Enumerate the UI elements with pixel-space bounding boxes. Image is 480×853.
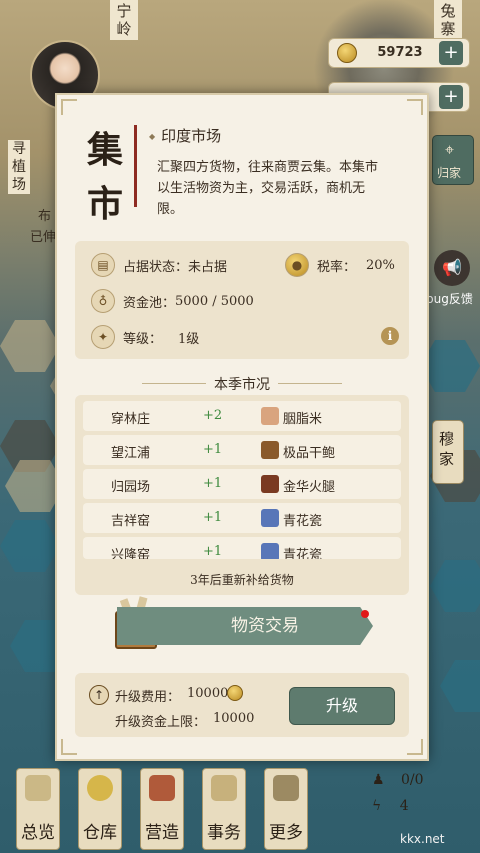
coin-amount: 59723 xyxy=(377,45,423,60)
upgrade-cost-value: 10000 xyxy=(187,686,229,701)
add-resource-button[interactable]: + xyxy=(439,85,463,109)
rice-bag-icon xyxy=(261,407,279,425)
market-stats: ▤ 占据状态：未占据 ● 税率： 20% ♁ 资金池： 5000 / 5000 … xyxy=(75,241,409,359)
home-button[interactable]: ⌖ 归家 xyxy=(432,135,474,185)
porcelain-icon xyxy=(261,509,279,527)
porcelain-icon xyxy=(261,543,279,559)
market-description: 汇聚四方货物，往来商贾云集。本集市以生活物资为主，交易活跃，商机无限。 xyxy=(157,160,379,217)
scroll-icon xyxy=(211,775,237,801)
location-pin-icon: ⌖ xyxy=(445,140,455,159)
season-section-title: 本季市况 xyxy=(57,374,427,394)
feedback-button[interactable]: 📢 bug反馈 xyxy=(426,250,476,310)
dialog-title: 集市 xyxy=(86,129,123,225)
occupy-status: ▤ 占据状态：未占据 xyxy=(91,253,227,277)
money-bag-icon: ♁ xyxy=(91,289,115,313)
fund-pool: ♁ 资金池： 5000 / 5000 xyxy=(91,289,254,313)
coin-icon: ● xyxy=(285,253,309,277)
notification-dot xyxy=(361,610,369,618)
goods-trade-button[interactable]: 物资交易 xyxy=(117,607,373,645)
fund-cap-label: 升级资金上限： xyxy=(115,715,207,730)
bottom-nav: 总览 仓库 营造 事务 更多 xyxy=(0,758,320,853)
map-label-ningling: 宁岭 xyxy=(110,0,138,40)
market-level: ✦ 等级： 1级 xyxy=(91,325,199,349)
upgrade-cost-label: 升级费用： xyxy=(115,690,181,705)
level-badge-icon: ✦ xyxy=(91,325,115,349)
add-coins-button[interactable]: + xyxy=(439,41,463,65)
fund-cap-value: 10000 xyxy=(213,711,255,726)
market-row[interactable]: 吉祥窑 +1 青花瓷 xyxy=(83,503,401,533)
market-dialog: 集市 印度市场 汇聚四方货物，往来商贾云集。本集市以生活物资为主，交易活跃，商机… xyxy=(55,93,429,761)
market-row[interactable]: 归园场 +1 金华火腿 xyxy=(83,469,401,499)
worker-counter: ♟ 0/0 xyxy=(372,772,424,788)
megaphone-icon: 📢 xyxy=(434,250,470,286)
feedback-label: bug反馈 xyxy=(426,292,473,306)
market-conditions: 穿林庄 +2 胭脂米 望江浦 +1 极品干鲍 归园场 +1 金华火腿 吉祥窑 +… xyxy=(75,395,409,595)
ham-icon xyxy=(261,475,279,493)
title-divider xyxy=(134,125,137,207)
coin-icon xyxy=(337,43,357,63)
nav-affairs[interactable]: 事务 xyxy=(202,768,246,850)
tax-rate: ● 税率： 20% xyxy=(285,253,395,277)
upgrade-arrow-icon: ↑ xyxy=(89,685,109,705)
lightning-icon: ϟ xyxy=(372,798,382,814)
building-icon xyxy=(149,775,175,801)
info-icon[interactable]: i xyxy=(381,327,399,345)
market-name: 印度市场 xyxy=(149,125,221,146)
abalone-icon xyxy=(261,441,279,459)
worker-icon: ♟ xyxy=(372,772,385,788)
nav-more[interactable]: 更多 xyxy=(264,768,308,850)
nav-overview[interactable]: 总览 xyxy=(16,768,60,850)
mu-family-label: 穆家 xyxy=(439,430,455,468)
left-notice: 寻植场 xyxy=(8,140,30,194)
coin-icon xyxy=(227,685,243,701)
brush-icon xyxy=(25,775,51,801)
market-row[interactable]: 穿林庄 +2 胭脂米 xyxy=(83,401,401,431)
mu-family-button[interactable]: 穆家 xyxy=(432,420,464,484)
watermark: kkx.net xyxy=(400,832,445,846)
box-icon xyxy=(273,775,299,801)
energy-counter: ϟ 4 xyxy=(372,798,409,814)
left-notice-2: 布 xyxy=(38,209,52,224)
market-row[interactable]: 兴隆窑 +1 青花瓷 xyxy=(83,537,401,559)
left-notice-3: 已伸 xyxy=(30,230,57,245)
upgrade-panel: ↑ 升级费用： 10000 升级资金上限： 10000 升级 xyxy=(75,673,409,737)
nav-construct[interactable]: 营造 xyxy=(140,768,184,850)
coin-counter: 59723 + xyxy=(328,38,470,68)
sack-icon xyxy=(87,775,113,801)
upgrade-button[interactable]: 升级 xyxy=(289,687,395,725)
market-row[interactable]: 望江浦 +1 极品干鲍 xyxy=(83,435,401,465)
restock-note: 3年后重新补给货物 xyxy=(190,573,294,587)
nav-warehouse[interactable]: 仓库 xyxy=(78,768,122,850)
home-label: 归家 xyxy=(437,166,462,180)
treasure-chest-icon: ▤ xyxy=(91,253,115,277)
map-label-tuzhai: 兔寨 xyxy=(434,0,462,40)
